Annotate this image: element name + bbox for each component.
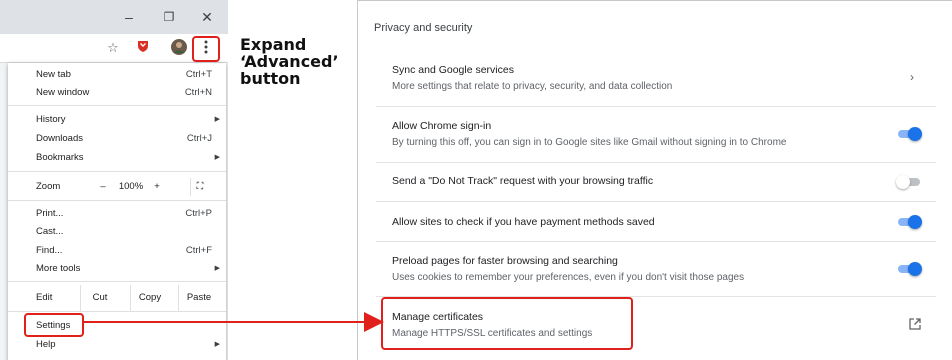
connector-arrow	[84, 312, 384, 332]
